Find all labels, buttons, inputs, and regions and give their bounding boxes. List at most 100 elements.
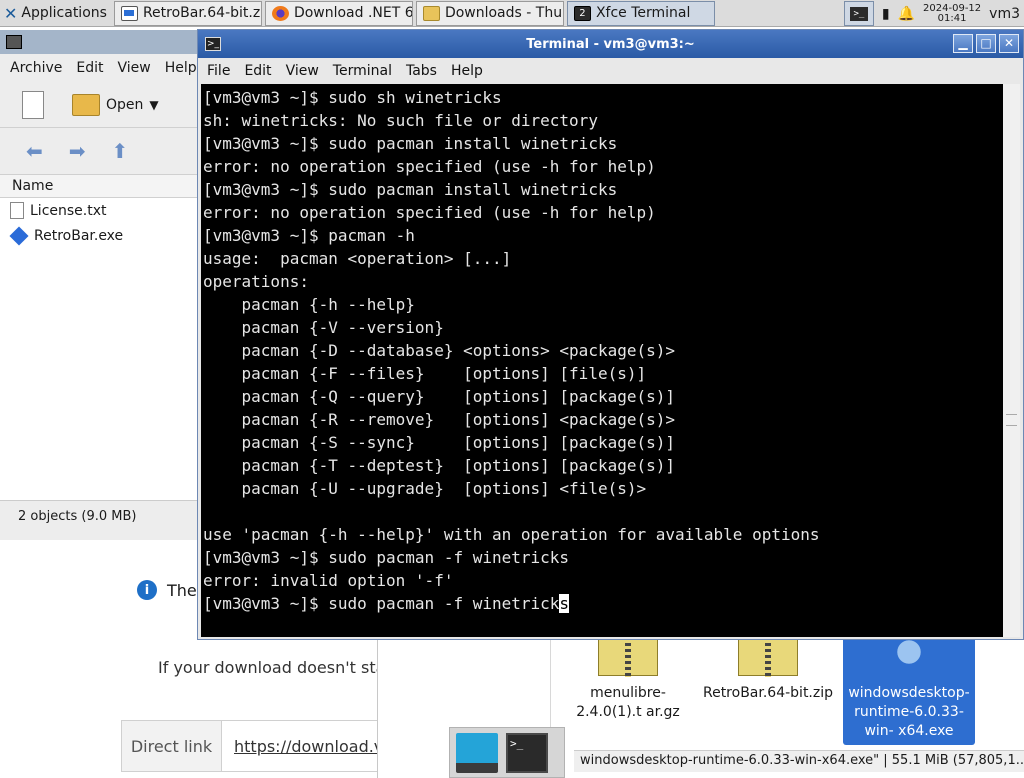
menu-view[interactable]: View: [286, 63, 319, 79]
scrollbar-grip[interactable]: [1006, 414, 1017, 426]
terminal-line: [vm3@vm3 ~]$ sudo sh winetricks: [203, 88, 502, 107]
terminal-line: [vm3@vm3 ~]$ pacman -h: [203, 226, 415, 245]
open-button-label: Open: [106, 96, 144, 113]
terminal-line: pacman {-D --database} <options> <packag…: [203, 341, 676, 360]
terminal-icon: >_: [849, 6, 868, 21]
archive-navbar: ⬅ ➡ ⬆: [0, 128, 199, 174]
terminal-icon: 2: [573, 5, 591, 21]
browser-info-notice: i The: [137, 580, 197, 600]
exe-file-icon: [9, 225, 29, 246]
menu-help[interactable]: Help: [165, 60, 197, 76]
notification-bell-icon[interactable]: 🔔: [898, 6, 915, 22]
installer-file-icon: [879, 636, 939, 676]
file-item-label: RetroBar.64-bit.zip: [702, 685, 834, 701]
clock-time: 01:41: [937, 12, 967, 24]
task-retrobar[interactable]: RetroBar.64-bit.z...: [113, 0, 262, 26]
tray-terminal-button[interactable]: >_: [843, 1, 874, 26]
file-item-windowsdesktop-runtime[interactable]: windowsdesktop- runtime-6.0.33-win- x64.…: [843, 636, 975, 745]
archive-toolbar: Open ▼: [0, 82, 199, 128]
terminal-line: pacman {-h --help}: [203, 295, 415, 314]
terminal-line: error: no operation specified (use -h fo…: [203, 203, 656, 222]
task-label: Downloads - Thu...: [444, 5, 564, 21]
maximize-button[interactable]: □: [976, 34, 996, 53]
terminal-line: pacman {-T --deptest} [options] [package…: [203, 456, 676, 475]
system-tray: >_ ▮ 🔔 2024-09-12 01:41 vm3: [843, 0, 1024, 27]
retrobar-icon: [120, 5, 138, 21]
task-thunar[interactable]: Downloads - Thu...: [415, 0, 564, 26]
menu-help[interactable]: Help: [451, 63, 483, 79]
archive-menubar: Archive Edit View Help: [0, 54, 199, 82]
archive-status: 2 objects (9.0 MB): [0, 500, 199, 532]
terminal-line: [vm3@vm3 ~]$ sudo pacman install winetri…: [203, 134, 618, 153]
file-item-label: menulibre-2.4.0(1).t ar.gz: [576, 685, 680, 720]
up-arrow-icon[interactable]: ⬆: [112, 139, 129, 163]
xfce-logo-icon: ✕: [4, 3, 18, 23]
file-manager-status: windowsdesktop-runtime-6.0.33-win-x64.ex…: [574, 750, 1024, 772]
browser-info-text: The: [167, 580, 197, 600]
browser-download-text: If your download doesn't star: [158, 658, 392, 677]
close-button[interactable]: ✕: [999, 34, 1019, 53]
clock[interactable]: 2024-09-12 01:41: [923, 3, 981, 24]
menu-view[interactable]: View: [118, 60, 151, 76]
direct-link-url[interactable]: https://download.v: [222, 737, 383, 756]
terminal-title: Terminal - vm3@vm3:~: [526, 36, 695, 52]
column-header-name[interactable]: Name: [0, 174, 199, 198]
applications-label: Applications: [21, 5, 107, 21]
terminal-line: error: invalid option '-f': [203, 571, 454, 590]
terminal-line: use 'pacman {-h --help}' with an operati…: [203, 525, 820, 544]
terminal-line: pacman {-S --sync} [options] [package(s)…: [203, 433, 676, 452]
terminal-line: usage: pacman <operation> [...]: [203, 249, 512, 268]
menu-tabs[interactable]: Tabs: [406, 63, 437, 79]
list-item[interactable]: License.txt: [0, 198, 199, 223]
archive-file-icon: [738, 636, 798, 677]
task-firefox[interactable]: Download .NET 6...: [264, 0, 413, 26]
task-terminal[interactable]: 2 Xfce Terminal: [566, 0, 715, 26]
list-item[interactable]: RetroBar.exe: [0, 223, 199, 248]
terminal-line: error: no operation specified (use -h fo…: [203, 157, 656, 176]
file-item-label: windowsdesktop- runtime-6.0.33-win- x64.…: [848, 685, 970, 739]
direct-link-box: Direct link https://download.v: [121, 720, 401, 772]
menu-edit[interactable]: Edit: [76, 60, 103, 76]
terminal-line: pacman {-V --version}: [203, 318, 444, 337]
desktop-launcher-icon[interactable]: [456, 732, 498, 773]
minimize-button[interactable]: ▁: [953, 34, 973, 53]
chevron-down-icon[interactable]: ▼: [149, 98, 158, 112]
terminal-screen[interactable]: [vm3@vm3 ~]$ sudo sh winetricks sh: winet…: [201, 84, 1003, 637]
terminal-line: pacman {-R --remove} [options] <package(…: [203, 410, 676, 429]
terminal-scrollbar[interactable]: [1003, 84, 1020, 637]
forward-arrow-icon[interactable]: ➡: [69, 139, 86, 163]
terminal-line: operations:: [203, 272, 309, 291]
terminal-titlebar[interactable]: >_ Terminal - vm3@vm3:~ ▁ □ ✕: [198, 30, 1023, 58]
applications-menu[interactable]: ✕ Applications: [0, 0, 111, 26]
task-label: Download .NET 6...: [293, 5, 413, 21]
text-cursor: s: [559, 594, 570, 613]
terminal-line: sh: winetricks: No such file or director…: [203, 111, 598, 130]
terminal-launcher-icon[interactable]: >_: [506, 732, 548, 773]
file-item-retrobar-zip[interactable]: RetroBar.64-bit.zip: [698, 636, 838, 703]
archive-titlebar[interactable]: [0, 30, 199, 54]
terminal-line: pacman {-Q --query} [options] [package(s…: [203, 387, 676, 406]
menu-terminal[interactable]: Terminal: [333, 63, 392, 79]
battery-icon[interactable]: ▮: [882, 6, 890, 22]
menu-file[interactable]: File: [207, 63, 230, 79]
top-panel: ✕ Applications RetroBar.64-bit.z... Down…: [0, 0, 1024, 27]
menu-archive[interactable]: Archive: [10, 60, 62, 76]
terminal-line: pacman {-F --files} [options] [file(s)]: [203, 364, 647, 383]
terminal-line: [vm3@vm3 ~]$ sudo pacman install winetri…: [203, 180, 618, 199]
dock: >_: [449, 727, 565, 778]
window-controls: ▁ □ ✕: [953, 34, 1019, 53]
text-file-icon: [10, 202, 24, 219]
archive-file-icon: [598, 636, 658, 677]
folder-open-icon: [72, 93, 100, 116]
open-button[interactable]: Open ▼: [72, 93, 159, 116]
file-name: License.txt: [30, 202, 107, 219]
archive-file-list: License.txt RetroBar.exe: [0, 198, 199, 500]
firefox-icon: [271, 5, 289, 21]
user-menu[interactable]: vm3: [989, 6, 1020, 22]
file-item-menulibre[interactable]: menulibre-2.4.0(1).t ar.gz: [558, 636, 698, 722]
menu-edit[interactable]: Edit: [244, 63, 271, 79]
terminal-line: [vm3@vm3 ~]$ sudo pacman -f winetricks: [203, 548, 570, 567]
back-arrow-icon[interactable]: ⬅: [26, 139, 43, 163]
new-archive-icon[interactable]: [22, 90, 44, 119]
